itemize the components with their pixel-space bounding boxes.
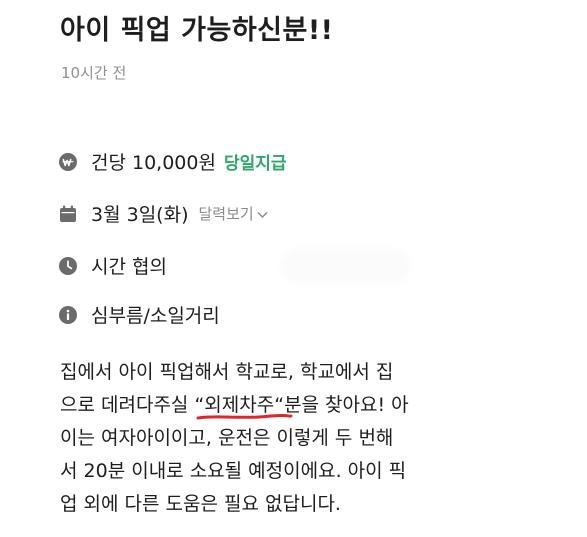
won-icon	[59, 152, 77, 171]
job-time: 시간 협의	[91, 256, 167, 278]
description-text: 으로 데려다주실	[60, 394, 195, 416]
job-date: 3월 3일(화)	[91, 204, 189, 226]
post-title: 아이 픽업 가능하신분!!	[60, 15, 334, 46]
clock-icon	[59, 256, 77, 275]
pay-amount: 건당 10,000원	[91, 152, 216, 174]
view-calendar-label: 달력보기	[198, 205, 254, 223]
post-time-ago: 10시간 전	[61, 64, 127, 82]
time-row: 시간 협의	[59, 252, 167, 279]
calendar-icon	[59, 205, 77, 223]
description-line: 업 외에 다른 도움은 필요 없답니다.	[60, 493, 341, 515]
post-description: 집에서 아이 픽업해서 학교로, 학교에서 집 으로 데려다주실 “외제차주“ 분…	[60, 356, 530, 521]
blurred-redaction	[280, 248, 410, 284]
date-row: 3월 3일(화) 달력보기	[59, 200, 268, 227]
chevron-down-icon	[257, 205, 268, 223]
description-line: 서 20분 이내로 소요될 예정이에요. 아이 픽	[60, 460, 407, 482]
view-calendar-link[interactable]: 달력보기	[198, 203, 268, 224]
description-line: 집에서 아이 픽업해서 학교로, 학교에서 집	[60, 361, 394, 383]
same-day-pay-badge: 당일지급	[223, 154, 287, 174]
description-text: 분을 찾아요! 아	[284, 394, 409, 416]
category-row: 심부름/소일거리	[59, 301, 220, 328]
pay-row: 건당 10,000원 당일지급	[59, 148, 287, 175]
info-icon	[59, 305, 77, 324]
highlighted-keyword: “외제차주“	[194, 389, 293, 422]
job-category: 심부름/소일거리	[91, 305, 220, 327]
description-line: 이는 여자아이이고, 운전은 이렇게 두 번해	[60, 427, 394, 449]
red-underline-mark	[196, 414, 293, 420]
description-line: 으로 데려다주실 “외제차주“ 분을 찾아요! 아	[60, 389, 530, 422]
